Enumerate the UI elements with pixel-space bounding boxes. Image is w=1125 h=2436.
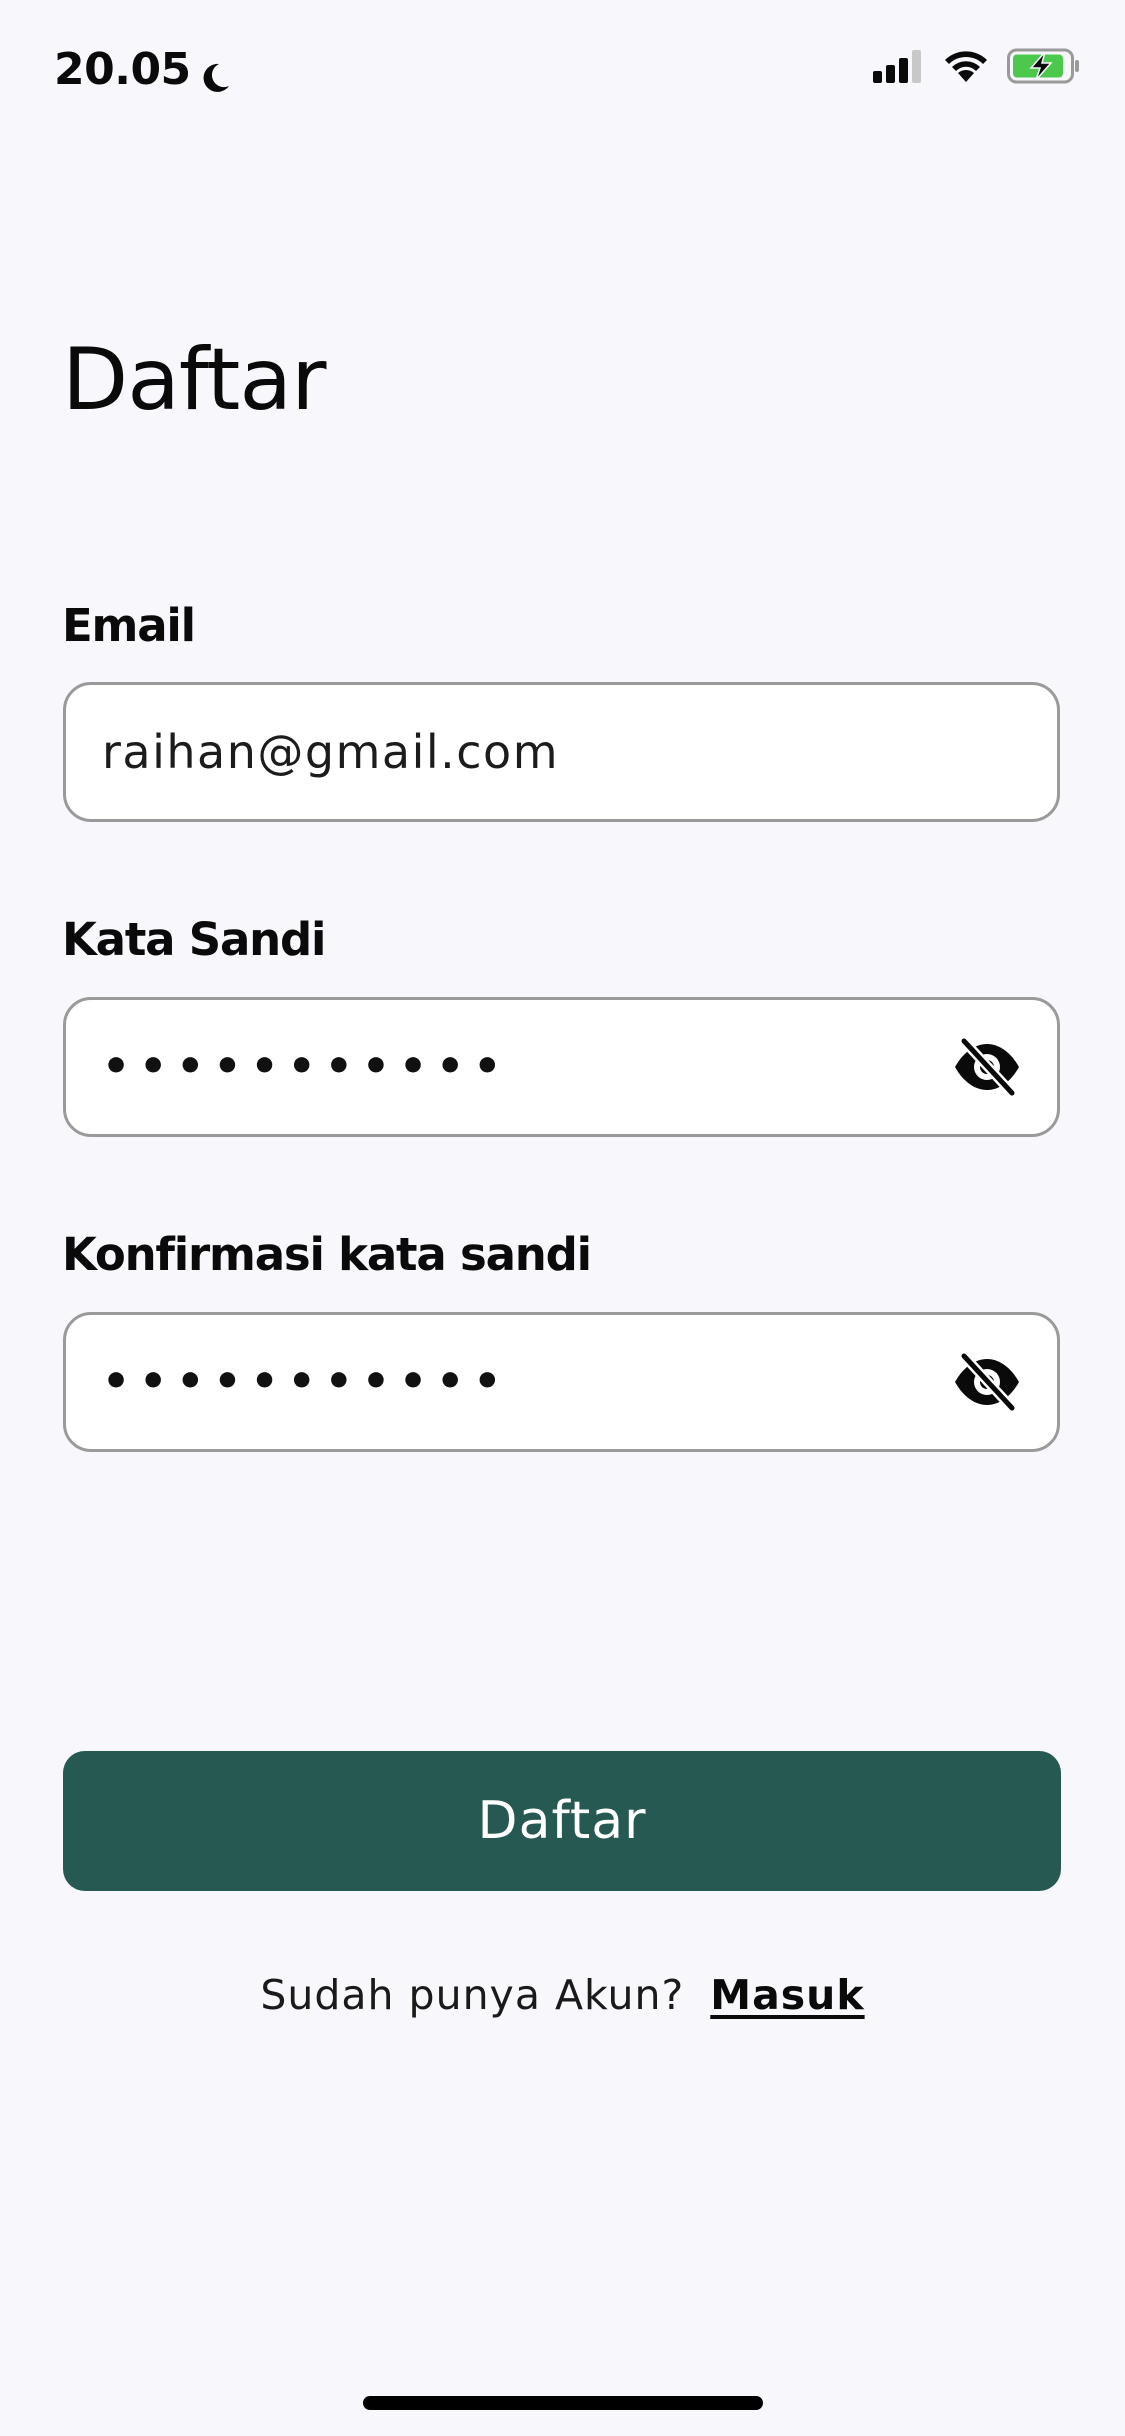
signin-row: Sudah punya Akun? Masuk bbox=[0, 1965, 1125, 2025]
eye-off-icon[interactable] bbox=[951, 1037, 1023, 1097]
password-value[interactable]: ••••••••••• bbox=[102, 1047, 951, 1087]
login-link[interactable]: Masuk bbox=[710, 1971, 864, 2019]
battery-charging-icon bbox=[1007, 48, 1081, 88]
confirm-password-value[interactable]: ••••••••••• bbox=[102, 1362, 951, 1402]
password-field[interactable]: ••••••••••• bbox=[63, 997, 1060, 1137]
have-account-text: Sudah punya Akun? bbox=[260, 1971, 685, 2019]
password-label: Kata Sandi bbox=[62, 913, 326, 966]
status-time-container: 20.05 bbox=[54, 40, 233, 100]
confirm-password-field[interactable]: ••••••••••• bbox=[63, 1312, 1060, 1452]
status-time: 20.05 bbox=[54, 44, 191, 95]
page-title: Daftar bbox=[62, 330, 326, 430]
confirm-password-label: Konfirmasi kata sandi bbox=[62, 1228, 592, 1281]
email-value[interactable]: raihan@gmail.com bbox=[102, 725, 1023, 779]
eye-off-icon[interactable] bbox=[951, 1352, 1023, 1412]
moon-icon bbox=[197, 52, 233, 92]
email-field[interactable]: raihan@gmail.com bbox=[63, 682, 1060, 822]
email-label: Email bbox=[62, 599, 196, 652]
home-indicator[interactable] bbox=[363, 2396, 763, 2410]
register-button[interactable]: Daftar bbox=[63, 1751, 1061, 1891]
signal-icon bbox=[873, 49, 925, 87]
status-indicators bbox=[873, 48, 1081, 88]
wifi-icon bbox=[943, 49, 989, 87]
status-bar: 20.05 bbox=[0, 0, 1125, 140]
